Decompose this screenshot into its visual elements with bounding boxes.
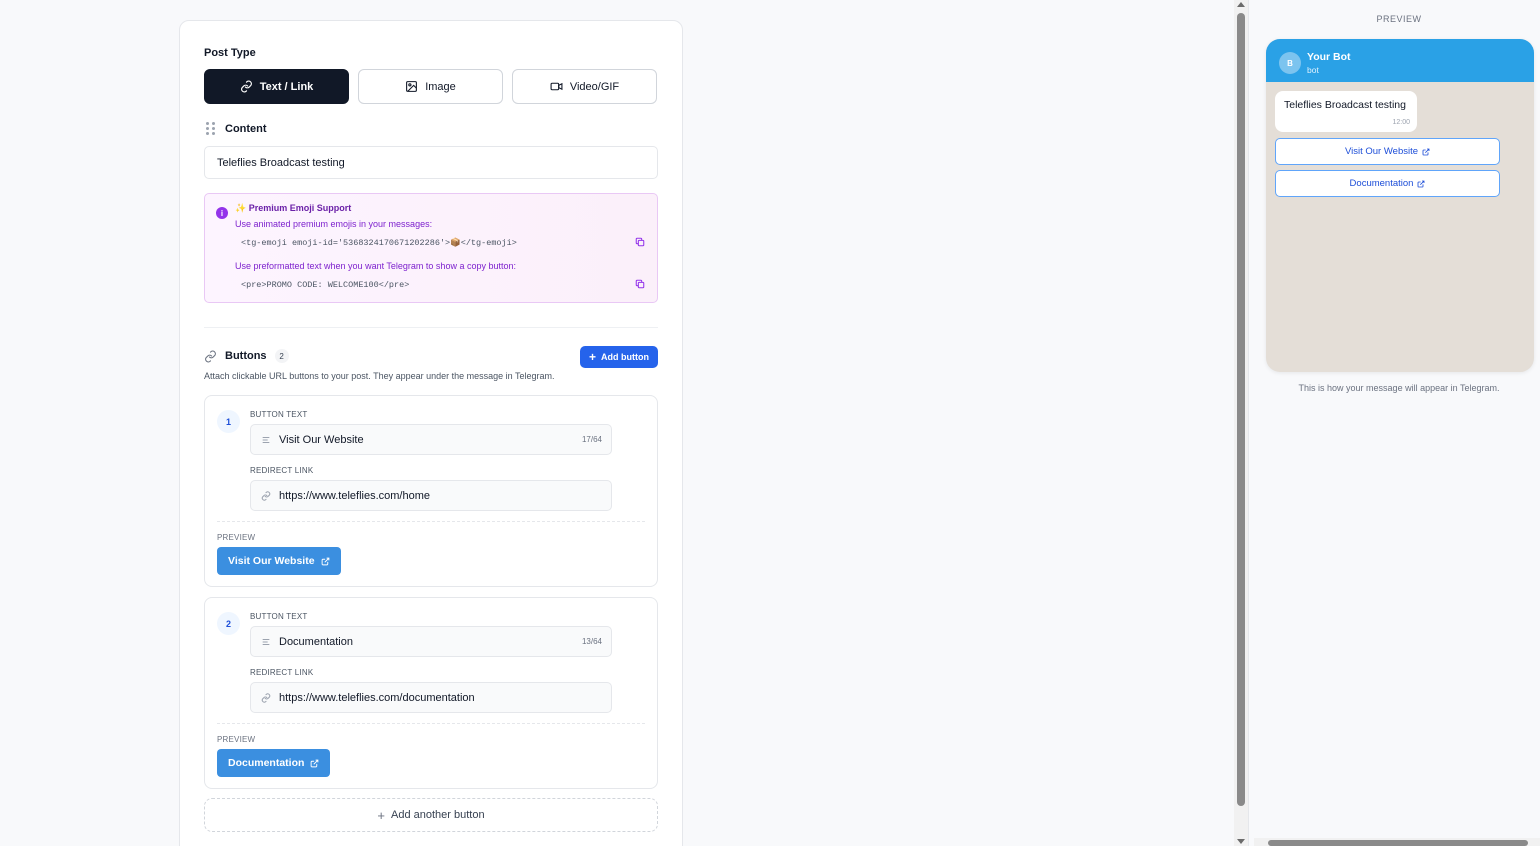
add-another-button[interactable]: + Add another button [204,798,658,832]
redirect-link-value: https://www.teleflies.com/documentation [279,691,475,704]
copy-icon[interactable] [635,279,645,289]
type-image-label: Image [425,80,456,93]
avatar: B [1279,52,1301,74]
info-icon: i [216,207,228,219]
button-text-value: Visit Our Website [279,433,364,446]
scroll-down-arrow-icon[interactable] [1237,839,1245,844]
telegram-inline-button[interactable]: Documentation [1275,170,1500,197]
telegram-button-label: Visit Our Website [1344,146,1419,157]
card-separator [217,723,645,724]
button-number-badge: 2 [217,612,240,635]
content-header: Content [206,122,267,135]
button-text-label: BUTTON TEXT [250,410,308,419]
redirect-link-input[interactable]: https://www.teleflies.com/documentation [250,682,612,713]
copy-icon[interactable] [635,237,645,247]
message-time: 12:00 [1392,119,1410,126]
bot-subtitle: bot [1307,65,1319,75]
add-button-label: Add button [601,352,649,362]
link-icon [261,490,271,501]
link-icon [261,692,271,703]
button-text-input[interactable]: Visit Our Website 17/64 [250,424,612,455]
type-video-label: Video/GIF [569,80,620,93]
section-divider [204,327,658,328]
add-another-label: Add another button [391,809,485,821]
telegram-inline-button[interactable]: Visit Our Website [1275,138,1500,165]
text-lines-icon [262,436,270,443]
scrollbar-thumb[interactable] [1237,13,1245,806]
message-text: Teleflies Broadcast testing [1284,99,1406,111]
video-icon [550,82,563,91]
type-text-link-button[interactable]: Text / Link [204,69,349,104]
plus-icon: + [589,350,597,364]
buttons-title: Buttons [225,350,267,362]
external-link-icon [1422,148,1430,155]
scroll-up-arrow-icon[interactable] [1237,2,1245,7]
emoji-support-line2: Use preformatted text when you want Tele… [235,261,516,271]
button-preview[interactable]: Documentation [217,749,331,777]
buttons-header: Buttons 2 [204,349,289,363]
preview-panel: PREVIEW B Your Bot bot Teleflies Broadca… [1248,0,1540,846]
external-link-icon [311,759,319,767]
card-separator [217,521,645,522]
emoji-support-line1: Use animated premium emojis in your mess… [235,219,433,229]
redirect-link-label: REDIRECT LINK [250,668,314,677]
button-card: 1 BUTTON TEXT Visit Our Website 17/64 RE… [204,395,658,587]
buttons-count-badge: 2 [274,349,289,363]
image-icon [406,81,418,92]
bot-name: Your Bot [1307,51,1351,63]
telegram-header: B Your Bot bot [1266,39,1534,82]
pre-code-row: <pre>PROMO CODE: WELCOME100</pre> [235,276,649,293]
type-video-button[interactable]: Video/GIF [512,69,657,104]
content-label: Content [225,122,267,135]
button-preview[interactable]: Visit Our Website [217,547,341,575]
content-input[interactable]: Teleflies Broadcast testing [204,146,658,179]
type-image-button[interactable]: Image [358,69,503,104]
horizontal-scrollbar[interactable] [1254,838,1540,846]
external-link-icon [321,557,329,565]
preview-note: This is how your message will appear in … [1298,383,1500,393]
emoji-code-row: <tg-emoji emoji-id='5368324170671202286'… [235,234,649,251]
button-text-label: BUTTON TEXT [250,612,308,621]
text-lines-icon [262,638,270,645]
link-icon [205,350,216,362]
drag-handle-icon[interactable] [206,122,216,135]
preview-title: PREVIEW [1376,14,1422,24]
type-text-link-label: Text / Link [259,80,314,93]
redirect-link-value: https://www.teleflies.com/home [279,489,431,502]
button-preview-text: Visit Our Website [228,555,315,567]
premium-emoji-info: i ✨ Premium Emoji Support Use animated p… [204,193,658,303]
link-icon [240,80,252,93]
button-card: 2 BUTTON TEXT Documentation 13/64 REDIRE… [204,597,658,789]
telegram-phone-preview: B Your Bot bot Teleflies Broadcast testi… [1266,39,1534,372]
preview-label: PREVIEW [217,533,256,542]
scrollbar-thumb[interactable] [1268,840,1528,846]
button-text-input[interactable]: Documentation 13/64 [250,626,612,657]
button-preview-text: Documentation [228,757,305,769]
telegram-button-label: Documentation [1349,178,1414,189]
emoji-code: <tg-emoji emoji-id='5368324170671202286'… [241,237,517,248]
add-button[interactable]: + Add button [580,346,658,368]
preview-label: PREVIEW [217,735,256,744]
post-composer-card: Post Type Text / Link Image Video/GIF Co… [179,20,683,846]
buttons-description: Attach clickable URL buttons to your pos… [204,371,555,381]
vertical-scrollbar[interactable] [1234,0,1248,846]
external-link-icon [1418,180,1425,187]
emoji-support-title: ✨ Premium Emoji Support [235,203,352,213]
char-count: 13/64 [581,637,602,646]
button-number-badge: 1 [217,410,240,433]
message-bubble: Teleflies Broadcast testing 12:00 [1275,91,1417,132]
char-count: 17/64 [581,435,602,444]
button-text-value: Documentation [279,635,353,648]
plus-icon: + [377,807,385,823]
redirect-link-label: REDIRECT LINK [250,466,314,475]
pre-code: <pre>PROMO CODE: WELCOME100</pre> [241,279,410,290]
redirect-link-input[interactable]: https://www.teleflies.com/home [250,480,612,511]
post-type-title: Post Type [204,47,256,59]
